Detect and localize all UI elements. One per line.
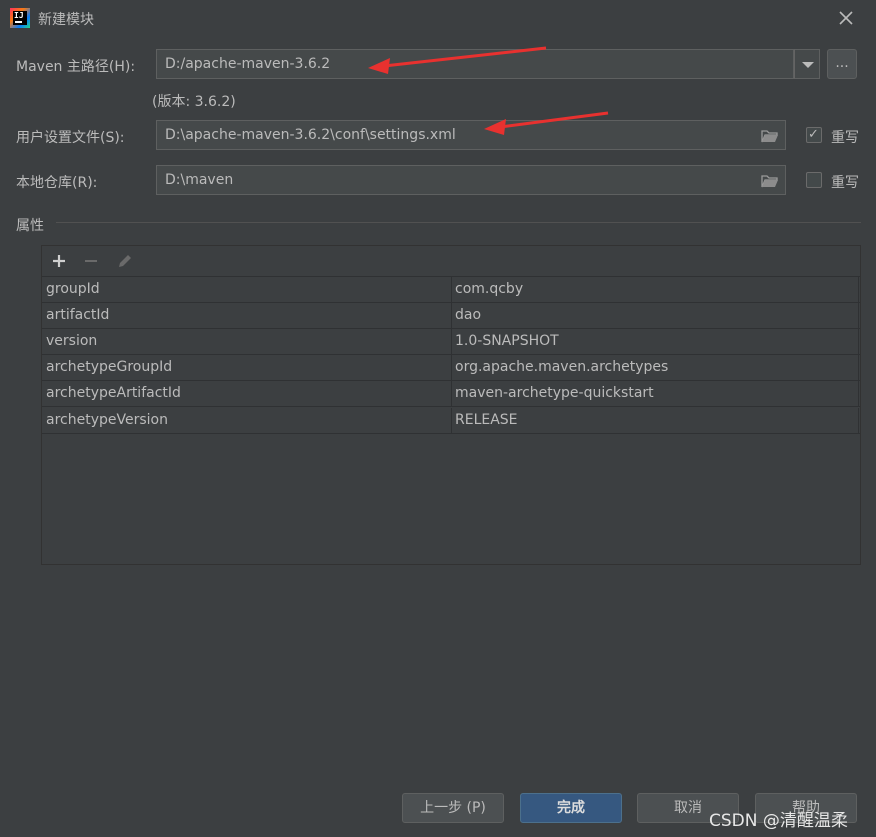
- properties-section-label: 属性: [16, 218, 44, 234]
- property-key: artifactId: [46, 307, 110, 323]
- user-settings-override-label: 重写: [831, 130, 859, 146]
- property-value: maven-archetype-quickstart: [455, 385, 654, 401]
- property-value: org.apache.maven.archetypes: [455, 359, 669, 375]
- chevron-down-icon: [802, 62, 814, 68]
- folder-icon[interactable]: [761, 174, 779, 188]
- user-settings-value: D:\apache-maven-3.6.2\conf\settings.xml: [165, 127, 456, 143]
- maven-home-value: D:/apache-maven-3.6.2: [165, 56, 331, 72]
- check-icon: ✓: [808, 127, 819, 142]
- local-repo-override-label: 重写: [831, 175, 859, 191]
- table-row[interactable]: archetypeArtifactId maven-archetype-quic…: [42, 381, 860, 407]
- table-row[interactable]: version 1.0-SNAPSHOT: [42, 329, 860, 355]
- maven-home-browse-button[interactable]: ...: [827, 49, 857, 79]
- window-title: 新建模块: [38, 12, 94, 28]
- maven-version-text: (版本: 3.6.2): [152, 94, 236, 110]
- property-key: archetypeGroupId: [46, 359, 173, 375]
- property-key: version: [46, 333, 98, 349]
- previous-button[interactable]: 上一步 (P): [402, 793, 504, 823]
- add-icon[interactable]: [48, 250, 70, 272]
- table-row[interactable]: archetypeVersion RELEASE: [42, 408, 860, 434]
- table-row[interactable]: archetypeGroupId org.apache.maven.archet…: [42, 355, 860, 381]
- property-key: archetypeVersion: [46, 412, 168, 428]
- edit-pencil-icon[interactable]: [114, 250, 136, 272]
- maven-home-label: Maven 主路径(H):: [16, 59, 136, 75]
- local-repo-value: D:\maven: [165, 172, 234, 188]
- folder-icon[interactable]: [761, 129, 779, 143]
- properties-toolbar: [42, 246, 860, 276]
- section-divider: [56, 222, 861, 223]
- table-row[interactable]: artifactId dao: [42, 303, 860, 329]
- finish-button[interactable]: 完成: [520, 793, 622, 823]
- close-icon[interactable]: [836, 8, 856, 28]
- user-settings-override-checkbox[interactable]: ✓: [806, 127, 822, 143]
- annotation-arrow-icon: [484, 111, 609, 135]
- property-value: RELEASE: [455, 412, 518, 428]
- property-value: com.qcby: [455, 281, 524, 297]
- maven-home-dropdown-button[interactable]: [794, 49, 820, 79]
- local-repo-label: 本地仓库(R):: [16, 175, 98, 191]
- remove-icon[interactable]: [80, 250, 102, 272]
- property-key: archetypeArtifactId: [46, 385, 181, 401]
- table-row[interactable]: groupId com.qcby: [42, 277, 860, 303]
- local-repo-field[interactable]: D:\maven: [156, 165, 786, 195]
- property-value: dao: [455, 307, 482, 323]
- annotation-arrow-icon: [368, 46, 547, 74]
- local-repo-override-checkbox[interactable]: [806, 172, 822, 188]
- user-settings-label: 用户设置文件(S):: [16, 130, 125, 146]
- intellij-logo-icon: IJ: [10, 8, 30, 28]
- property-value: 1.0-SNAPSHOT: [455, 333, 559, 349]
- title-bar: IJ 新建模块: [0, 0, 876, 36]
- user-settings-field[interactable]: D:\apache-maven-3.6.2\conf\settings.xml: [156, 120, 786, 150]
- csdn-watermark: CSDN @清醒温柔: [709, 811, 848, 831]
- properties-table: groupId com.qcby artifactId dao version …: [41, 245, 861, 565]
- property-key: groupId: [46, 281, 100, 297]
